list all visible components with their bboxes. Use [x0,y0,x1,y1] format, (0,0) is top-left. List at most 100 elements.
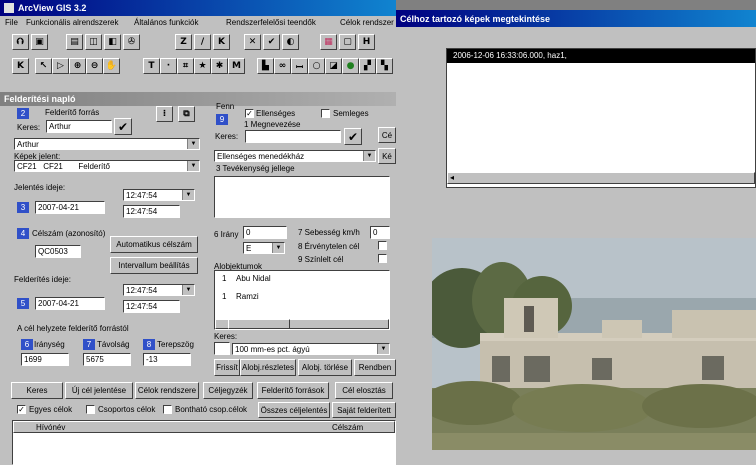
save-icon[interactable]: ▣ [31,34,48,50]
alobj-reszletes-button[interactable]: Alobj.részletes [240,359,296,376]
layer-icon[interactable]: ◪ [325,58,342,74]
iranyszog-input[interactable]: 1699 [21,353,69,366]
felderito-forrasok-button[interactable]: Felderítő források [257,382,329,399]
chevron-down-icon[interactable]: ▼ [187,139,199,149]
query-icon[interactable]: ◐ [282,34,299,50]
grid-icon[interactable]: ▦ [320,34,337,50]
csoportos-celok-checkbox[interactable] [86,405,95,414]
semleges-checkbox[interactable] [321,109,330,118]
uj-cel-jelentese-button[interactable]: Új cél jelentése [65,382,133,399]
menu-celok[interactable]: Célok rendszer [340,18,394,27]
asterisk-icon[interactable]: ✱ [211,58,228,74]
celszam-input[interactable]: QC0503 [35,245,81,258]
tevekenyseg-textarea[interactable] [214,176,390,218]
col-celszam[interactable]: Célszám [332,423,363,432]
check-confirm-button[interactable]: ✔ [114,118,132,135]
celjegyzek-button[interactable]: Céljegyzék [203,382,253,399]
rendben-button[interactable]: Rendben [354,359,396,376]
tavolsag-input[interactable]: 5675 [83,353,131,366]
chevron-down-icon[interactable]: ▼ [187,161,199,171]
layout-icon[interactable]: ◧ [104,34,121,50]
text-tool-button[interactable]: T [143,58,160,74]
h-button[interactable]: H [358,34,375,50]
star-icon[interactable]: ★ [194,58,211,74]
viewer-titlebar[interactable]: Célhoz tartozó képek megtekintése [396,10,756,27]
globe-icon[interactable]: ● [342,58,359,74]
sajat-felderitett-button[interactable]: Saját felderített [332,402,396,418]
alobj-scroll-thumb[interactable] [228,319,290,329]
chevron-down-icon[interactable]: ▼ [182,190,194,200]
irany-select[interactable]: E ▼ [243,242,285,254]
zoom-out-icon[interactable]: ⊖ [86,58,103,74]
chevron-down-icon[interactable]: ▼ [377,344,389,354]
pointer-icon[interactable]: ↖ [35,58,52,74]
celok-rendszere-button[interactable]: Célok rendszere [135,382,199,399]
chevron-down-icon[interactable]: ▼ [272,243,284,253]
keres-right-input[interactable] [245,130,341,143]
bonthato-checkbox[interactable] [163,405,172,414]
irany-input[interactable]: 0 [243,226,287,239]
automatikus-celszam-button[interactable]: Automatikus célszám [110,236,198,253]
point-icon[interactable]: · [160,58,177,74]
hotlink-icon[interactable]: ꟷ [291,58,308,74]
keres2-select[interactable]: 100 mm-es pct. ágyú ▼ [232,343,390,355]
felderites-time-select[interactable]: 12:47:54 ▼ [123,284,195,296]
panel-titlebar[interactable]: Felderítési napló [0,92,396,106]
kepek-select[interactable]: CF21 CF21 Felderítő ▼ [14,160,200,172]
draw-icon[interactable]: ⌗ [177,58,194,74]
copy-icon[interactable]: ⧉ [178,106,195,122]
info-icon[interactable]: ⁝ [156,106,173,122]
ke-button[interactable]: Ké [378,148,396,164]
jelentes-time-input[interactable]: 12:47:54 [123,205,180,218]
viewer-list[interactable]: 2006-12-06 16:33:06.000, haz1, [446,48,756,188]
viewer-list-scrollbar[interactable]: ◂ [447,172,755,184]
map-icon[interactable]: ▙ [257,58,274,74]
col-hivonev[interactable]: Hívónév [36,423,65,432]
sebesseg-input[interactable]: 0 [370,226,390,239]
alobj-torlese-button[interactable]: Alobj. törlése [298,359,352,376]
cel-elosztas-button[interactable]: Cél elosztás [335,382,393,399]
menu-altalanos[interactable]: Általános funkciók [134,18,198,27]
chevron-left-icon[interactable]: ◂ [450,173,454,182]
szinlelt-checkbox[interactable] [378,254,387,263]
menu-file[interactable]: File [5,18,18,27]
frame-icon[interactable]: ▢ [339,34,356,50]
k2-button[interactable]: K [12,58,29,74]
osszes-celjelentes-button[interactable]: Összes céljelentés [258,402,330,418]
vertex-icon[interactable]: ▷ [52,58,69,74]
keres-input[interactable]: Arthur [46,120,112,133]
intervallum-beallitas-button[interactable]: Intervallum beállítás [110,257,198,274]
pan-icon[interactable]: ✋ [103,58,120,74]
ervenytelen-checkbox[interactable] [378,241,387,250]
chevron-down-icon[interactable]: ▼ [363,151,375,161]
ellenseges-checkbox[interactable]: ✓ [245,109,254,118]
check-icon[interactable]: ✔ [263,34,280,50]
forras-select[interactable]: Arthur ▼ [14,138,200,150]
line-button[interactable]: / [194,34,211,50]
alobj-row-1-name[interactable]: Abu Nidal [236,274,271,283]
megnevezes-select[interactable]: Ellenséges menedékház ▼ [214,150,376,162]
jelentes-time-select[interactable]: 12:47:54 ▼ [123,189,195,201]
k-button[interactable]: K [213,34,230,50]
alobj-row-2-name[interactable]: Ramzi [236,292,259,301]
frissit-button[interactable]: Frissít [214,359,240,376]
binocular-icon[interactable]: ∞ [274,58,291,74]
open-icon[interactable]: ⮉ [12,34,29,50]
circle-icon[interactable]: ○ [308,58,325,74]
egyes-celok-checkbox[interactable]: ✓ [17,405,26,414]
close-icon[interactable]: ✕ [244,34,261,50]
menu-funkcionalis[interactable]: Funkcionális alrendszerek [26,18,119,27]
felderites-time-input[interactable]: 12:47:54 [123,300,180,313]
terepszog-input[interactable]: -13 [143,353,191,366]
chevron-down-icon[interactable]: ▼ [182,285,194,295]
ce-button[interactable]: Cé [378,127,396,143]
extra-icon[interactable]: ▞ [359,58,376,74]
table-icon[interactable]: ▤ [66,34,83,50]
check-right-button[interactable]: ✔ [344,128,362,145]
zoom-in-icon[interactable]: ⊕ [69,58,86,74]
arcview-titlebar[interactable]: ArcView GIS 3.2 [0,0,396,16]
chart-icon[interactable]: ◫ [85,34,102,50]
m-button[interactable]: M [228,58,245,74]
viewer-list-item[interactable]: 2006-12-06 16:33:06.000, haz1, [453,51,567,60]
extra2-icon[interactable]: ▚ [376,58,393,74]
